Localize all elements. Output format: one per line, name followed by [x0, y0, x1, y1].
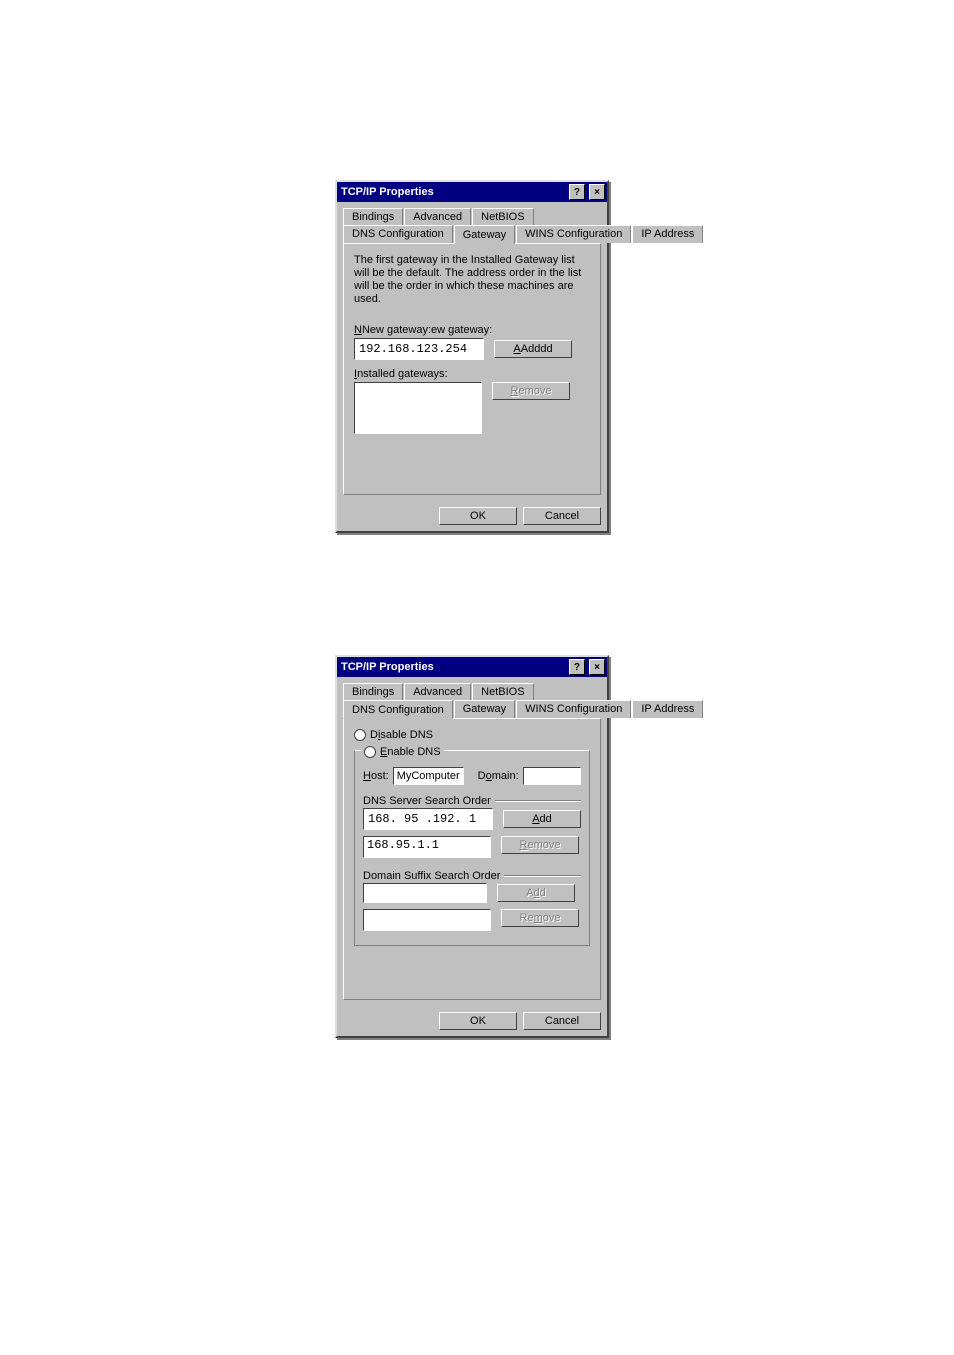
enable-dns-group: Enable DNS Host: MyComputer Domain: DNS … [354, 750, 590, 946]
domain-suffix-list[interactable] [363, 909, 491, 931]
ok-button[interactable]: OK [439, 507, 517, 525]
tab-dns-configuration[interactable]: DNS Configuration [343, 225, 453, 243]
cancel-button[interactable]: Cancel [523, 1012, 601, 1030]
radio-icon [364, 746, 376, 758]
host-label: Host: [363, 770, 389, 782]
tab-advanced[interactable]: Advanced [404, 683, 471, 700]
gateway-description: The first gateway in the Installed Gatew… [354, 254, 590, 306]
disable-dns-label: Disable DNS [370, 729, 433, 741]
dialog-footer: OK Cancel [337, 1006, 607, 1036]
tcpip-properties-dialog-dns: TCP/IP Properties ? × Bindings Advanced … [335, 655, 609, 1038]
tab-strip: Bindings Advanced NetBIOS DNS Configurat… [343, 683, 601, 1000]
tab-wins-configuration[interactable]: WINS Configuration [516, 225, 631, 243]
tab-gateway[interactable]: Gateway [454, 700, 515, 718]
host-input[interactable]: MyComputer [393, 767, 464, 785]
new-gateway-input[interactable]: 192.168.123.254 [354, 338, 484, 360]
radio-icon [354, 729, 366, 741]
cancel-button[interactable]: Cancel [523, 507, 601, 525]
domain-input[interactable] [523, 767, 581, 785]
enable-dns-label: Enable DNS [380, 746, 441, 758]
help-button[interactable]: ? [569, 659, 585, 675]
dns-search-order-label: DNS Server Search Order [363, 795, 495, 807]
tab-gateway[interactable]: Gateway [454, 225, 515, 244]
tab-dns-configuration[interactable]: DNS Configuration [343, 700, 453, 719]
domain-suffix-order-label: Domain Suffix Search Order [363, 870, 504, 882]
tab-pane-dns: Disable DNS Enable DNS Host: MyComputer [343, 718, 601, 1000]
tab-bindings[interactable]: Bindings [343, 208, 403, 225]
disable-dns-radio[interactable]: Disable DNS [354, 729, 433, 741]
dns-server-input[interactable]: 168. 95 .192. 1 [363, 808, 493, 830]
add-dns-button[interactable]: Add [503, 810, 581, 828]
tab-netbios[interactable]: NetBIOS [472, 208, 533, 225]
tab-wins-configuration[interactable]: WINS Configuration [516, 700, 631, 718]
enable-dns-radio[interactable]: Enable DNS [361, 743, 444, 760]
installed-gateways-list[interactable] [354, 382, 482, 434]
tab-bindings[interactable]: Bindings [343, 683, 403, 700]
tab-ip-address[interactable]: IP Address [632, 225, 703, 243]
installed-gateways-label: Installed gateways: [354, 368, 590, 380]
tab-ip-address[interactable]: IP Address [632, 700, 703, 718]
domain-label: Domain: [478, 770, 519, 782]
dialog-title: TCP/IP Properties [341, 661, 434, 673]
titlebar[interactable]: TCP/IP Properties ? × [337, 657, 607, 677]
new-gateway-label: NNew gateway:ew gateway: [354, 324, 590, 336]
dns-server-list[interactable]: 168.95.1.1 [363, 836, 491, 858]
close-button[interactable]: × [589, 659, 605, 675]
titlebar-buttons: ? × [568, 184, 605, 200]
remove-suffix-button[interactable]: Remove [501, 909, 579, 927]
tab-netbios[interactable]: NetBIOS [472, 683, 533, 700]
tab-advanced[interactable]: Advanced [404, 208, 471, 225]
tcpip-properties-dialog-gateway: TCP/IP Properties ? × Bindings Advanced … [335, 180, 609, 533]
remove-gateway-button[interactable]: Remove [492, 382, 570, 400]
titlebar-buttons: ? × [568, 659, 605, 675]
ok-button[interactable]: OK [439, 1012, 517, 1030]
add-gateway-button[interactable]: AAdddd [494, 340, 572, 358]
tab-strip: Bindings Advanced NetBIOS DNS Configurat… [343, 208, 601, 495]
remove-dns-button[interactable]: Remove [501, 836, 579, 854]
dialog-footer: OK Cancel [337, 501, 607, 531]
help-button[interactable]: ? [569, 184, 585, 200]
close-button[interactable]: × [589, 184, 605, 200]
domain-suffix-input[interactable] [363, 883, 487, 903]
titlebar[interactable]: TCP/IP Properties ? × [337, 182, 607, 202]
dialog-title: TCP/IP Properties [341, 186, 434, 198]
tab-pane-gateway: The first gateway in the Installed Gatew… [343, 243, 601, 495]
add-suffix-button[interactable]: Add [497, 884, 575, 902]
